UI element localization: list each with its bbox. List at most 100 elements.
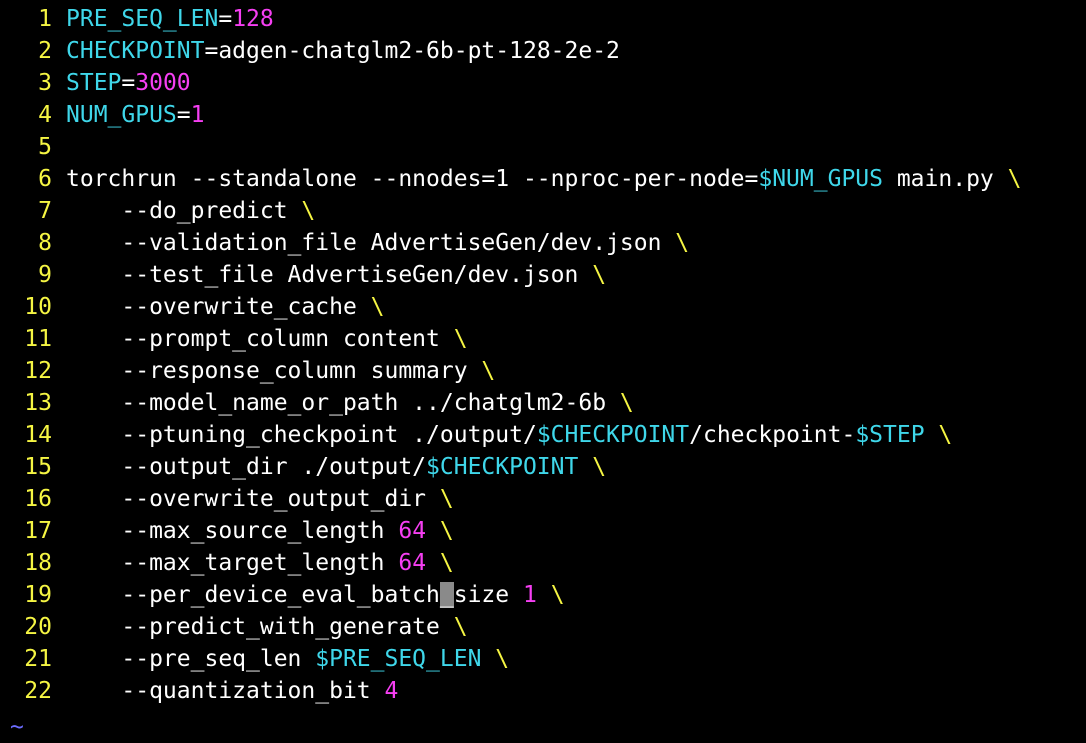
code-token: \ xyxy=(1007,166,1022,192)
code-text[interactable]: NUM_GPUS=1 xyxy=(66,99,205,131)
code-text[interactable]: --per_device_eval_batch_size 1 \ xyxy=(66,579,565,611)
code-text[interactable]: STEP=3000 xyxy=(66,67,191,99)
code-text[interactable]: --response_column summary \ xyxy=(66,355,495,387)
code-line[interactable]: 7 --do_predict \ xyxy=(0,195,1086,227)
code-token: $PRE_SEQ_LEN xyxy=(315,646,482,672)
code-token: --test_file AdvertiseGen/dev.json xyxy=(66,262,593,288)
code-token: --max_source_length xyxy=(66,518,399,544)
code-line[interactable]: 2 CHECKPOINT=adgen-chatglm2-6b-pt-128-2e-… xyxy=(0,35,1086,67)
line-number: 3 xyxy=(38,70,52,96)
code-token: 4 xyxy=(384,678,399,704)
code-line[interactable]: 18 --max_target_length 64 \ xyxy=(0,547,1086,579)
code-text[interactable]: --max_source_length 64 \ xyxy=(66,515,454,547)
code-token: --do_predict xyxy=(66,198,302,224)
code-text[interactable]: --prompt_column content \ xyxy=(66,323,468,355)
code-text[interactable]: --predict_with_generate \ xyxy=(66,611,468,643)
vim-editor[interactable]: 1 PRE_SEQ_LEN=128 2 CHECKPOINT=adgen-chatgl… xyxy=(0,3,1086,707)
code-token: \ xyxy=(453,614,468,640)
code-token: --ptuning_checkpoint ./output/ xyxy=(66,422,537,448)
code-token: \ xyxy=(938,422,953,448)
line-number: 13 xyxy=(24,390,52,416)
code-text[interactable]: --model_name_or_path ../chatglm2-6b \ xyxy=(66,387,633,419)
code-token: --quantization_bit xyxy=(66,678,385,704)
code-token: --overwrite_cache xyxy=(66,294,371,320)
line-number: 21 xyxy=(24,646,52,672)
code-line[interactable]: 1 PRE_SEQ_LEN=128 xyxy=(0,3,1086,35)
line-number: 1 xyxy=(38,6,52,32)
code-text[interactable]: CHECKPOINT=adgen-chatglm2-6b-pt-128-2e-2 xyxy=(66,35,620,67)
line-number: 10 xyxy=(24,294,52,320)
code-line[interactable]: 9 --test_file AdvertiseGen/dev.json \ xyxy=(0,259,1086,291)
code-line[interactable]: 4 NUM_GPUS=1 xyxy=(0,99,1086,131)
code-token: --output_dir ./output/ xyxy=(66,454,427,480)
line-number: 8 xyxy=(38,230,52,256)
code-line[interactable]: 8 --validation_file AdvertiseGen/dev.jso… xyxy=(0,227,1086,259)
code-line[interactable]: 22 --quantization_bit 4 xyxy=(0,675,1086,707)
code-text[interactable]: torchrun --standalone --nnodes=1 --nproc… xyxy=(66,163,1021,195)
code-token: 64 xyxy=(398,518,427,544)
code-text[interactable]: --max_target_length 64 \ xyxy=(66,547,453,579)
code-token: \ xyxy=(453,326,468,352)
code-line[interactable]: 10 --overwrite_cache \ xyxy=(0,291,1086,323)
code-line[interactable]: 6 torchrun --standalone --nnodes=1 --npro… xyxy=(0,163,1086,195)
code-token: = xyxy=(218,6,233,32)
code-token: /checkpoint- xyxy=(689,422,856,448)
code-text[interactable]: --overwrite_cache \ xyxy=(66,291,384,323)
code-token: $CHECKPOINT xyxy=(536,422,690,448)
code-token: size xyxy=(453,582,523,608)
code-text[interactable]: --validation_file AdvertiseGen/dev.json … xyxy=(66,227,689,259)
code-token: PRE_SEQ_LEN xyxy=(66,6,219,32)
code-line[interactable]: 21 --pre_seq_len $PRE_SEQ_LEN \ xyxy=(0,643,1086,675)
code-token: --validation_file AdvertiseGen/dev.json xyxy=(66,230,676,256)
code-text[interactable]: --test_file AdvertiseGen/dev.json \ xyxy=(66,259,606,291)
code-line[interactable]: 19 --per_device_eval_batch_size 1 \ xyxy=(0,579,1086,611)
code-text[interactable]: --overwrite_output_dir \ xyxy=(66,483,454,515)
line-number: 12 xyxy=(24,358,52,384)
code-token: --model_name_or_path ../chatglm2-6b xyxy=(66,390,620,416)
code-token: $STEP xyxy=(855,422,925,448)
code-token: torchrun --standalone --nnodes=1 --nproc… xyxy=(66,166,759,192)
code-text[interactable]: --quantization_bit 4 xyxy=(66,675,398,707)
code-text[interactable]: --do_predict \ xyxy=(66,195,315,227)
code-text[interactable]: --ptuning_checkpoint ./output/$CHECKPOIN… xyxy=(66,419,952,451)
code-token: --overwrite_output_dir xyxy=(66,486,440,512)
code-text[interactable]: --output_dir ./output/$CHECKPOINT \ xyxy=(66,451,606,483)
code-token: \ xyxy=(439,486,454,512)
line-number: 16 xyxy=(24,486,52,512)
code-token: \ xyxy=(439,518,454,544)
code-token: 3000 xyxy=(135,70,191,96)
code-text[interactable]: PRE_SEQ_LEN=128 xyxy=(66,3,274,35)
line-number: 6 xyxy=(38,166,52,192)
code-line[interactable]: 15 --output_dir ./output/$CHECKPOINT \ xyxy=(0,451,1086,483)
code-token: --per_device_eval_batch xyxy=(66,582,440,608)
code-token: \ xyxy=(592,454,607,480)
line-number: 22 xyxy=(24,678,52,704)
code-token: --pre_seq_len xyxy=(66,646,316,672)
code-line[interactable]: 16 --overwrite_output_dir \ xyxy=(0,483,1086,515)
code-token: 64 xyxy=(398,550,427,576)
empty-line-marker: ~ xyxy=(10,714,24,740)
code-token: \ xyxy=(550,582,565,608)
code-line[interactable]: 3 STEP=3000 xyxy=(0,67,1086,99)
code-text[interactable]: --pre_seq_len $PRE_SEQ_LEN \ xyxy=(66,643,509,675)
code-line[interactable]: 14 --ptuning_checkpoint ./output/$CHECKP… xyxy=(0,419,1086,451)
code-token: main.py xyxy=(882,166,1008,192)
code-token: \ xyxy=(481,358,496,384)
code-token: STEP xyxy=(66,70,122,96)
code-token: NUM_GPUS xyxy=(66,102,177,128)
code-line[interactable]: 12 --response_column summary \ xyxy=(0,355,1086,387)
code-line[interactable]: 13 --model_name_or_path ../chatglm2-6b \ xyxy=(0,387,1086,419)
text-cursor: _ xyxy=(439,582,454,608)
code-token: 1 xyxy=(190,102,205,128)
code-token: \ xyxy=(592,262,607,288)
code-line[interactable]: 11 --prompt_column content \ xyxy=(0,323,1086,355)
code-token: $CHECKPOINT xyxy=(426,454,579,480)
code-line[interactable]: 17 --max_source_length 64 \ xyxy=(0,515,1086,547)
line-number: 19 xyxy=(24,582,52,608)
code-token: --max_target_length xyxy=(66,550,399,576)
code-line[interactable]: 20 --predict_with_generate \ xyxy=(0,611,1086,643)
code-line[interactable]: 5 xyxy=(0,131,1086,163)
code-token: \ xyxy=(301,198,316,224)
